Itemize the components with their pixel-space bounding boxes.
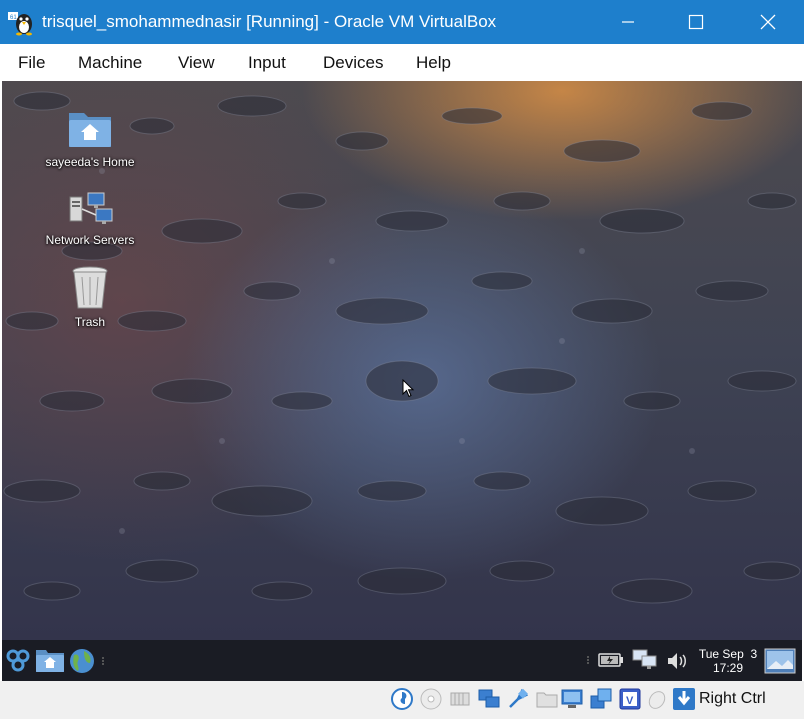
- svg-text:61: 61: [10, 15, 17, 21]
- menu-help[interactable]: Help: [416, 53, 451, 73]
- show-desktop-icon[interactable]: [764, 648, 796, 674]
- battery-icon[interactable]: [598, 652, 624, 668]
- mouse-cursor-icon: [402, 379, 415, 398]
- desktop-icon-trash[interactable]: Trash: [40, 265, 140, 329]
- panel-separator-handle[interactable]: [586, 655, 590, 665]
- usb-status-icon[interactable]: [506, 687, 530, 711]
- desktop-icon-label: sayeeda's Home: [45, 155, 135, 169]
- menu-input[interactable]: Input: [248, 53, 286, 73]
- hard-disk-status-icon[interactable]: [390, 687, 414, 711]
- host-key-label: Right Ctrl: [699, 690, 766, 707]
- network-servers-icon: [69, 192, 113, 224]
- optical-drive-icon[interactable]: [419, 687, 443, 711]
- network-adapter-icon[interactable]: [477, 687, 501, 711]
- panel-clock[interactable]: Tue Sep 3 17:29: [696, 647, 760, 675]
- close-button[interactable]: [745, 0, 791, 44]
- menu-view[interactable]: View: [178, 53, 215, 73]
- virtualbox-app-icon[interactable]: 61: [8, 10, 34, 36]
- mouse-integration-icon[interactable]: [645, 687, 669, 711]
- virtualbox-window: 61 trisquel_smohammednasir [Running] - O…: [0, 0, 804, 719]
- maximize-icon: [688, 14, 704, 30]
- clock-time: 17:29: [712, 661, 744, 675]
- trisquel-menu-icon[interactable]: [4, 647, 32, 675]
- vm-status-bar: V Right Ctrl: [0, 681, 804, 719]
- virtualization-status-icon[interactable]: V: [618, 687, 642, 711]
- home-folder-launcher-icon[interactable]: [35, 647, 65, 673]
- desktop-icon-home[interactable]: sayeeda's Home: [40, 107, 140, 169]
- title-bar[interactable]: 61 trisquel_smohammednasir [Running] - O…: [0, 0, 804, 44]
- window-title: trisquel_smohammednasir [Running] - Orac…: [42, 12, 497, 31]
- home-folder-icon: [69, 113, 111, 147]
- menu-devices[interactable]: Devices: [323, 53, 383, 73]
- audio-status-icon[interactable]: [448, 687, 472, 711]
- close-icon: [760, 14, 776, 30]
- maximize-button[interactable]: [673, 0, 719, 44]
- clock-date: Tue Sep 3: [698, 647, 758, 661]
- vm-display[interactable]: sayeeda's Home Network Servers Trash Tue…: [2, 81, 802, 681]
- svg-text:V: V: [626, 695, 634, 707]
- web-browser-icon[interactable]: [68, 647, 96, 675]
- video-capture-icon[interactable]: [589, 687, 613, 711]
- shared-folders-icon[interactable]: [535, 687, 559, 711]
- desktop-icon-network-servers[interactable]: Network Servers: [40, 189, 140, 247]
- menu-machine[interactable]: Machine: [78, 53, 142, 73]
- minimize-icon: [622, 21, 634, 23]
- desktop-icon-label: Trash: [74, 315, 106, 329]
- menu-bar: File Machine View Input Devices Help: [0, 44, 804, 81]
- desktop-icon-label: Network Servers: [45, 233, 135, 247]
- guest-taskbar: Tue Sep 3 17:29: [2, 640, 802, 681]
- network-status-icon[interactable]: [632, 649, 658, 671]
- volume-icon[interactable]: [666, 651, 690, 671]
- panel-separator-handle[interactable]: [101, 656, 105, 666]
- host-key-arrow-icon[interactable]: [672, 687, 696, 711]
- minimize-button[interactable]: [605, 0, 651, 44]
- menu-file[interactable]: File: [18, 53, 45, 73]
- display-status-icon[interactable]: [560, 687, 584, 711]
- trash-icon: [72, 266, 108, 309]
